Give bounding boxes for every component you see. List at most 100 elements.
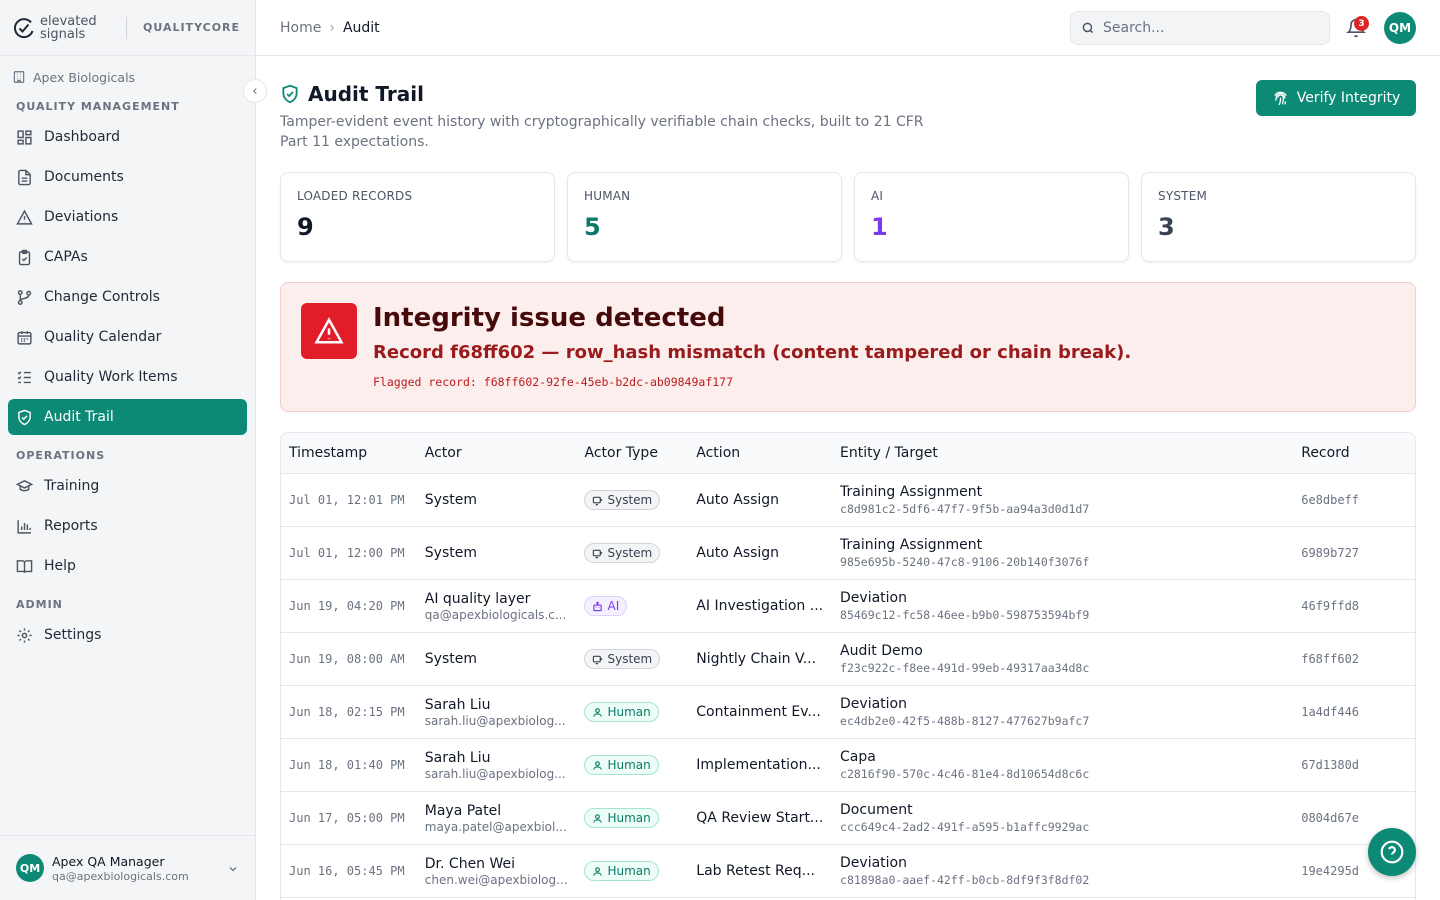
warning-icon [314, 317, 344, 344]
table-row[interactable]: Jun 18, 02:15 PM Sarah Liu sarah.liu@apexb… [281, 686, 1415, 739]
collapse-sidebar-button[interactable] [243, 79, 267, 103]
page-header: Audit Trail [280, 82, 424, 106]
graduation-cap-icon [16, 479, 33, 491]
entity-id: c2816f90-570c-4c46-81e4-8d10654d8c6c [840, 767, 1090, 781]
brand-logo-icon [14, 17, 34, 38]
breadcrumb-home[interactable]: Home [280, 20, 321, 36]
stat-label: SYSTEM [1158, 189, 1208, 203]
user-menu[interactable]: QM Apex QA Manager qa@apexbiologicals.co… [0, 835, 255, 900]
alert-icon-box [301, 303, 357, 359]
actor-type-label: Human [607, 758, 651, 772]
sidebar-item-audit-trail[interactable]: Audit Trail [8, 399, 247, 435]
cell-actor: System [425, 545, 585, 561]
org-name: Apex Biologicals [33, 69, 136, 85]
cell-action: Lab Retest Req... [696, 863, 815, 879]
search-box[interactable] [1070, 11, 1330, 45]
notification-badge: 3 [1354, 16, 1369, 31]
column-header-actor[interactable]: Actor [425, 445, 585, 461]
cell-action: QA Review Start... [696, 810, 824, 826]
cell-record[interactable]: 0804d67e [1301, 811, 1359, 825]
table-row[interactable]: Jul 01, 12:00 PM System System Auto Assign T… [281, 527, 1415, 580]
section-title-admin: ADMIN [16, 598, 63, 611]
actor-name: AI quality layer [424, 590, 531, 607]
building-icon [13, 71, 25, 83]
table-row[interactable]: Jun 18, 01:40 PM Sarah Liu sarah.liu@apexb… [281, 739, 1415, 792]
sidebar-item-capas[interactable]: CAPAs [8, 239, 247, 275]
sidebar-item-label: Settings [44, 627, 102, 643]
sidebar-item-label: Help [44, 558, 76, 574]
org-switcher[interactable]: Apex Biologicals [0, 62, 255, 92]
chevron-left-icon [253, 88, 257, 94]
search-input[interactable] [1103, 20, 1303, 36]
user-name: Apex QA Manager [52, 853, 165, 869]
sidebar-item-change-controls[interactable]: Change Controls [8, 279, 247, 315]
gear-icon [17, 627, 32, 643]
column-header-timestamp[interactable]: Timestamp [281, 445, 425, 461]
stat-label: HUMAN [584, 189, 631, 203]
sidebar-item-help[interactable]: Help [8, 548, 247, 584]
actor-type-badge: Human [584, 702, 659, 722]
alert-message: Record f68ff602 — row_hash mismatch (con… [373, 342, 1132, 363]
audit-table: Timestamp Actor Actor Type Action Entity… [280, 432, 1416, 900]
column-header-action[interactable]: Action [696, 445, 840, 461]
cell-timestamp: Jul 01, 12:01 PM [289, 493, 405, 507]
sidebar-item-quality-calendar[interactable]: Quality Calendar [8, 319, 247, 355]
sidebar-item-documents[interactable]: Documents [8, 159, 247, 195]
sidebar-item-settings[interactable]: Settings [8, 617, 247, 653]
cell-record[interactable]: f68ff602 [1301, 652, 1359, 666]
cell-record[interactable]: 46f9ffd8 [1301, 599, 1359, 613]
section-title-quality: QUALITY MANAGEMENT [16, 100, 180, 113]
sidebar-item-label: Training [44, 478, 100, 494]
sidebar-item-quality-work-items[interactable]: Quality Work Items [8, 359, 247, 395]
cell-entity: Deviation ec4db2e0-42f5-488b-8127-477627b… [840, 696, 1301, 728]
entity-id: ccc649c4-2ad2-491f-a595-b1affc9929ac [840, 820, 1090, 834]
cell-record[interactable]: 6989b727 [1301, 546, 1359, 560]
cell-actor: Sarah Liu sarah.liu@apexbiolog... [425, 697, 585, 728]
cell-timestamp: Jun 19, 04:20 PM [289, 599, 405, 613]
actor-type-badge: System [584, 543, 661, 563]
actor-type-label: System [607, 546, 653, 560]
table-row[interactable]: Jul 01, 12:01 PM System System Auto Assign T… [281, 474, 1415, 527]
actor-name: Dr. Chen Wei [424, 855, 516, 872]
header-avatar[interactable]: QM [1384, 12, 1416, 44]
table-row[interactable]: Jun 16, 05:45 PM Dr. Chen Wei chen.wei@ape… [281, 845, 1415, 898]
sidebar-item-dashboard[interactable]: Dashboard [8, 119, 247, 155]
verify-integrity-button[interactable]: Verify Integrity [1256, 80, 1416, 116]
user-email: qa@apexbiologicals.com [52, 869, 189, 883]
bot-icon [593, 549, 604, 558]
user-icon [593, 813, 603, 823]
cell-entity: Training Assignment 985e695b-5240-47c8-91… [840, 537, 1301, 569]
actor-type-label: Human [607, 705, 651, 719]
stat-value: 1 [871, 213, 888, 241]
sidebar-item-training[interactable]: Training [8, 468, 247, 504]
cell-record[interactable]: 1a4df446 [1301, 705, 1359, 719]
actor-type-badge: Human [584, 808, 659, 828]
actor-type-badge: System [584, 490, 661, 510]
git-branch-icon [17, 289, 32, 305]
chevron-down-icon[interactable] [227, 863, 239, 875]
column-header-actor-type[interactable]: Actor Type [584, 445, 696, 461]
table-row[interactable]: Jun 19, 04:20 PM AI quality layer qa@apexb… [281, 580, 1415, 633]
table-row[interactable]: Jun 17, 05:00 PM Maya Patel maya.patel@ape… [281, 792, 1415, 845]
verify-integrity-label: Verify Integrity [1296, 90, 1401, 106]
help-button[interactable] [1368, 828, 1416, 876]
brand[interactable]: elevated signals QUALITYCORE [0, 0, 255, 56]
cell-timestamp: Jul 01, 12:00 PM [289, 546, 405, 560]
sidebar-item-label: Documents [44, 169, 124, 185]
cell-entity: Capa c2816f90-570c-4c46-81e4-8d10654d8c6c [840, 749, 1301, 781]
cell-record[interactable]: 6e8dbeff [1301, 493, 1359, 507]
table-row[interactable]: Jun 19, 08:00 AM System System Nightly Chai… [281, 633, 1415, 686]
column-header-record[interactable]: Record [1301, 445, 1415, 461]
sidebar-item-reports[interactable]: Reports [8, 508, 247, 544]
sidebar-item-label: Change Controls [44, 289, 160, 305]
cell-record[interactable]: 67d1380d [1301, 758, 1359, 772]
brand-name: elevated signals [40, 13, 97, 42]
stat-value: 9 [297, 213, 314, 241]
column-header-entity[interactable]: Entity / Target [840, 445, 1301, 461]
help-circle-icon [1380, 840, 1404, 864]
sidebar-item-deviations[interactable]: Deviations [8, 199, 247, 235]
cell-record[interactable]: 19e4295d [1301, 864, 1359, 878]
integrity-alert: Integrity issue detected Record f68ff602… [280, 282, 1416, 412]
cell-action: Containment Ev... [696, 704, 821, 720]
breadcrumb-current: Audit [342, 19, 380, 36]
